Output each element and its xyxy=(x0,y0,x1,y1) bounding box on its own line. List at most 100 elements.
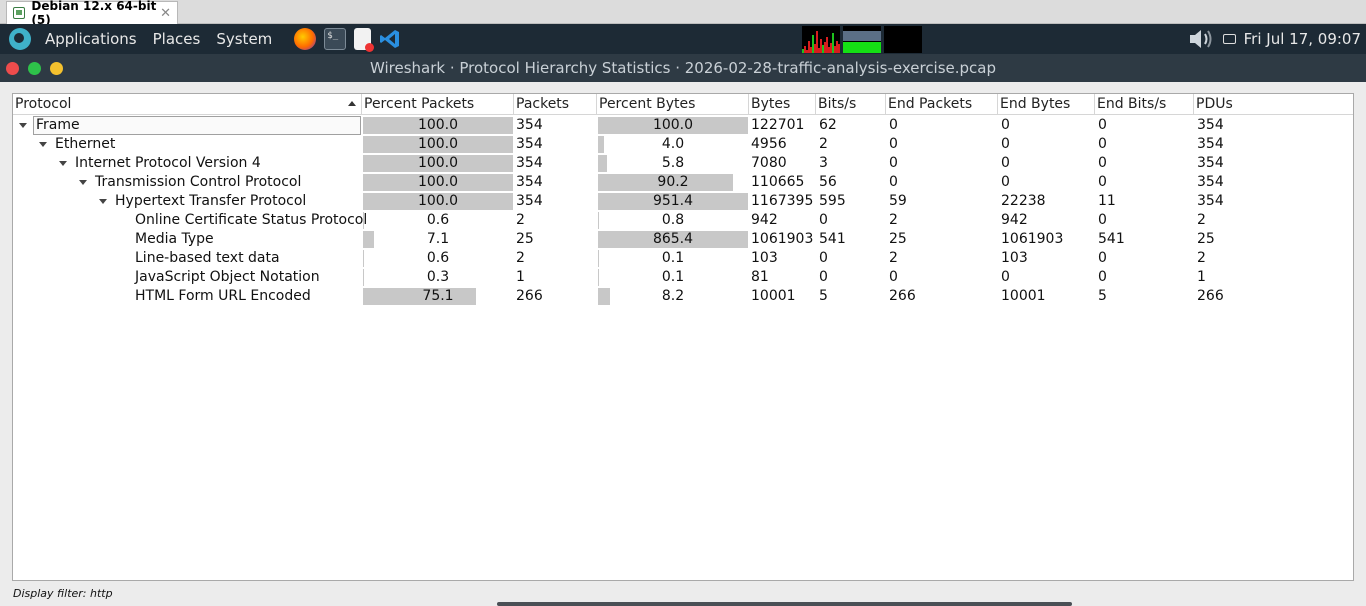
distro-logo-icon[interactable] xyxy=(9,28,31,50)
end-packets-cell: 0 xyxy=(889,269,898,285)
bits-per-sec-cell: 541 xyxy=(819,231,846,247)
bytes-cell: 10001 xyxy=(751,288,796,304)
expand-caret-icon[interactable] xyxy=(99,199,107,204)
col-header-pdus[interactable]: PDUs xyxy=(1194,94,1353,115)
column-header: Protocol Percent Packets Packets Percent… xyxy=(13,94,1353,115)
pdus-cell: 266 xyxy=(1197,288,1224,304)
packets-cell: 354 xyxy=(516,174,543,190)
percent-packets-bar: 7.1 xyxy=(363,231,513,248)
sort-ascending-icon xyxy=(348,101,356,106)
cpu-monitor-graph xyxy=(802,26,840,53)
tree-row[interactable]: Transmission Control Protocol 100.0 90.2 35… xyxy=(13,173,1353,192)
pdus-cell: 354 xyxy=(1197,174,1224,190)
percent-bytes-value: 951.4 xyxy=(652,193,694,209)
expand-caret-icon[interactable] xyxy=(39,142,47,147)
percent-bytes-value: 90.2 xyxy=(657,174,689,190)
bits-per-sec-cell: 0 xyxy=(819,212,828,228)
pdus-cell: 354 xyxy=(1197,155,1224,171)
col-header-end-packets[interactable]: End Packets xyxy=(886,94,998,115)
system-tray: Fri Jul 17, 09:07 xyxy=(1187,24,1366,54)
places-menu[interactable]: Places xyxy=(145,30,209,48)
packets-cell: 354 xyxy=(516,193,543,209)
window-title: Wireshark · Protocol Hierarchy Statistic… xyxy=(369,59,997,77)
percent-bytes-value: 8.2 xyxy=(661,288,685,304)
tree-row[interactable]: JavaScript Object Notation 0.3 0.1 1 81 0 0 0 0 1 xyxy=(13,268,1353,287)
end-bits-per-sec-cell: 0 xyxy=(1098,212,1107,228)
col-header-packets[interactable]: Packets xyxy=(514,94,597,115)
packets-cell: 354 xyxy=(516,155,543,171)
tree-row[interactable]: Hypertext Transfer Protocol 100.0 951.4 354… xyxy=(13,192,1353,211)
end-packets-cell: 0 xyxy=(889,136,898,152)
percent-packets-bar: 0.6 xyxy=(363,250,513,267)
col-header-percent-packets[interactable]: Percent Packets xyxy=(362,94,514,115)
bits-per-sec-cell: 0 xyxy=(819,250,828,266)
packets-cell: 266 xyxy=(516,288,543,304)
packets-cell: 2 xyxy=(516,212,525,228)
percent-bytes-value: 0.8 xyxy=(661,212,685,228)
vm-icon xyxy=(13,7,26,19)
bits-per-sec-cell: 5 xyxy=(819,288,828,304)
percent-packets-bar: 100.0 xyxy=(363,136,513,153)
firefox-icon[interactable] xyxy=(294,28,317,50)
system-monitors xyxy=(802,26,922,53)
tree-row[interactable]: Online Certificate Status Protocol 0.6 0.8… xyxy=(13,211,1353,230)
bits-per-sec-cell: 595 xyxy=(819,193,846,209)
tree-row[interactable]: Media Type 7.1 865.4 25 1061903 541 25 1061903 5… xyxy=(13,230,1353,249)
protocol-name: Line-based text data xyxy=(135,250,280,266)
percent-bytes-bar: 8.2 xyxy=(598,288,748,305)
vscode-icon[interactable] xyxy=(379,28,401,50)
horizontal-scrollbar[interactable] xyxy=(497,602,1072,606)
expand-caret-icon[interactable] xyxy=(59,161,67,166)
tree-row[interactable]: HTML Form URL Encoded 75.1 8.2 266 10001 5 266… xyxy=(13,287,1353,306)
end-packets-cell: 0 xyxy=(889,174,898,190)
bytes-cell: 81 xyxy=(751,269,769,285)
protocol-name: Ethernet xyxy=(55,136,116,152)
end-packets-cell: 0 xyxy=(889,117,898,133)
desktop-top-panel: Applications Places System $_ Fri Jul 17… xyxy=(0,24,1366,54)
tree-row[interactable]: Internet Protocol Version 4 100.0 5.8 354 70… xyxy=(13,154,1353,173)
clock[interactable]: Fri Jul 17, 09:07 xyxy=(1244,30,1361,48)
protocol-name: HTML Form URL Encoded xyxy=(135,288,311,304)
close-icon[interactable]: ✕ xyxy=(160,6,171,21)
percent-packets-bar: 100.0 xyxy=(363,117,513,134)
end-bits-per-sec-cell: 0 xyxy=(1098,136,1107,152)
terminal-icon[interactable]: $_ xyxy=(324,28,347,50)
percent-bytes-bar: 0.1 xyxy=(598,250,748,267)
percent-bytes-value: 0.1 xyxy=(661,269,685,285)
text-editor-icon[interactable] xyxy=(354,28,375,52)
col-header-bits-per-sec[interactable]: Bits/s xyxy=(816,94,886,115)
end-bytes-cell: 0 xyxy=(1001,155,1010,171)
end-packets-cell: 266 xyxy=(889,288,916,304)
volume-icon[interactable] xyxy=(1187,26,1217,52)
protocol-hierarchy-tree[interactable]: Protocol Percent Packets Packets Percent… xyxy=(12,93,1354,581)
expand-caret-icon[interactable] xyxy=(79,180,87,185)
packets-cell: 25 xyxy=(516,231,534,247)
percent-bytes-value: 865.4 xyxy=(652,231,694,247)
tree-row[interactable]: Line-based text data 0.6 0.1 2 103 0 2 103 0 2 xyxy=(13,249,1353,268)
col-header-bytes[interactable]: Bytes xyxy=(749,94,816,115)
tree-row[interactable]: Ethernet 100.0 4.0 354 4956 2 0 0 0 354 xyxy=(13,135,1353,154)
end-packets-cell: 2 xyxy=(889,212,898,228)
applications-menu[interactable]: Applications xyxy=(37,30,145,48)
expand-caret-icon[interactable] xyxy=(19,123,27,128)
percent-bytes-value: 0.1 xyxy=(661,250,685,266)
tree-rows: Frame 100.0 100.0 354 122701 62 0 0 0 354 Ethernet… xyxy=(13,116,1353,306)
pdus-cell: 354 xyxy=(1197,193,1224,209)
col-header-end-bytes[interactable]: End Bytes xyxy=(998,94,1095,115)
col-header-percent-bytes[interactable]: Percent Bytes xyxy=(597,94,749,115)
end-bytes-cell: 103 xyxy=(1001,250,1028,266)
col-header-end-bits-per-sec[interactable]: End Bits/s xyxy=(1095,94,1194,115)
protocol-hierarchy-dialog: Protocol Percent Packets Packets Percent… xyxy=(0,82,1366,606)
percent-bytes-bar: 951.4 xyxy=(598,193,748,210)
col-header-protocol[interactable]: Protocol xyxy=(13,94,362,115)
vm-tab[interactable]: Debian 12.x 64-bit (5) ✕ xyxy=(6,0,178,27)
percent-packets-value: 100.0 xyxy=(417,136,459,152)
display-icon[interactable] xyxy=(1222,34,1236,44)
packets-cell: 354 xyxy=(516,117,543,133)
packets-cell: 354 xyxy=(516,136,543,152)
percent-packets-value: 75.1 xyxy=(422,288,454,304)
tree-row[interactable]: Frame 100.0 100.0 354 122701 62 0 0 0 354 xyxy=(13,116,1353,135)
end-bytes-cell: 1061903 xyxy=(1001,231,1064,247)
system-menu[interactable]: System xyxy=(208,30,280,48)
vm-tab-strip: Debian 12.x 64-bit (5) ✕ xyxy=(0,0,1366,27)
